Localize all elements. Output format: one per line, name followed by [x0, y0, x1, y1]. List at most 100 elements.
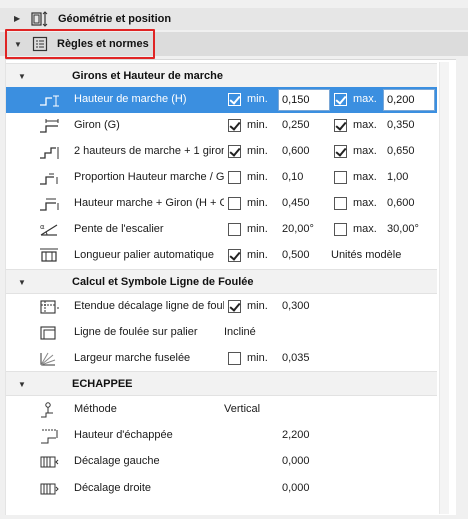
group-title: ECHAPPEE [72, 378, 133, 390]
max-checkbox[interactable] [334, 223, 347, 236]
step-sum-icon [38, 195, 60, 213]
row-label: 2 hauteurs de marche + 1 giron [74, 145, 224, 157]
max-checkbox[interactable] [334, 145, 347, 158]
step-proportion-icon [38, 169, 60, 187]
min-value[interactable]: 0,600 [282, 145, 310, 157]
min-checkbox[interactable] [228, 352, 241, 365]
offset-right-value[interactable]: 0,000 [282, 482, 310, 494]
max-label: max. [353, 171, 377, 183]
max-checkbox[interactable] [334, 119, 347, 132]
row-decalage-droite[interactable]: Décalage droite 0,000 [6, 476, 437, 502]
section-geometry-position[interactable]: ▶ Géométrie et position [0, 8, 468, 30]
row-label: Méthode [74, 403, 117, 415]
min-checkbox[interactable] [228, 171, 241, 184]
min-checkbox[interactable] [228, 197, 241, 210]
row-hauteur-marche[interactable]: Hauteur de marche (H) min. 0,150 max. 0,… [6, 87, 437, 113]
row-label: Décalage droite [74, 482, 152, 494]
offset-left-value[interactable]: 0,000 [282, 455, 310, 467]
row-deux-hauteurs-giron[interactable]: 2 hauteurs de marche + 1 giron min. 0,60… [6, 139, 437, 165]
row-label: Hauteur de marche (H) [74, 93, 187, 105]
min-value[interactable]: 0,035 [282, 352, 310, 364]
row-label: Proportion Hauteur marche / Giron [74, 171, 224, 183]
group-echappee[interactable]: ▼ ECHAPPEE [6, 371, 437, 396]
row-label: Décalage gauche [74, 455, 160, 467]
headroom-height-icon [38, 427, 60, 445]
min-checkbox[interactable] [228, 145, 241, 158]
landing-length-icon [38, 247, 60, 265]
min-value[interactable]: 0,450 [282, 197, 310, 209]
min-checkbox[interactable] [228, 119, 241, 132]
row-etendue-decalage[interactable]: Etendue décalage ligne de foulée min. 0,… [6, 294, 437, 320]
max-value[interactable]: 0,600 [387, 197, 415, 209]
min-label: min. [247, 197, 268, 209]
row-ligne-foulee-palier[interactable]: Ligne de foulée sur palier Incliné [6, 320, 437, 346]
method-dropdown[interactable]: Vertical [224, 403, 260, 415]
min-value[interactable]: 0,10 [282, 171, 303, 183]
min-value[interactable]: 0,300 [282, 300, 310, 312]
group-title: Calcul et Symbole Ligne de Foulée [72, 276, 254, 288]
min-label: min. [247, 119, 268, 131]
row-largeur-fuselee[interactable]: Largeur marche fuselée min. 0,035 [6, 346, 437, 372]
min-checkbox[interactable] [228, 93, 241, 106]
max-value[interactable]: 0,350 [387, 119, 415, 131]
row-label: Largeur marche fuselée [74, 352, 191, 364]
group-calcul-ligne-foulee[interactable]: ▼ Calcul et Symbole Ligne de Foulée [6, 269, 437, 294]
min-value[interactable]: 0,250 [282, 119, 310, 131]
step-rule-icon [38, 143, 60, 161]
min-value[interactable]: 0,500 [282, 249, 310, 261]
row-label: Hauteur d'échappée [74, 429, 173, 441]
min-value-input[interactable]: 0,150 [278, 89, 330, 111]
highlight-box [5, 29, 155, 59]
row-giron[interactable]: Giron (G) min. 0,250 max. 0,350 [6, 113, 437, 139]
row-hauteur-echappee[interactable]: Hauteur d'échappée 2,200 [6, 423, 437, 449]
headroom-method-icon [38, 401, 60, 419]
row-pente[interactable]: α Pente de l'escalier min. 20,00° max. 3… [6, 217, 437, 243]
min-label: min. [247, 171, 268, 183]
min-label: min. [247, 223, 268, 235]
row-decalage-gauche[interactable]: Décalage gauche 0,000 [6, 449, 437, 475]
row-label: Ligne de foulée sur palier [74, 326, 198, 338]
max-checkbox[interactable] [334, 171, 347, 184]
offset-right-icon [38, 480, 60, 498]
group-girons-hauteur[interactable]: ▼ Girons et Hauteur de marche [6, 63, 437, 88]
row-proportion[interactable]: Proportion Hauteur marche / Giron min. 0… [6, 165, 437, 191]
min-checkbox[interactable] [228, 300, 241, 313]
headroom-value[interactable]: 2,200 [282, 429, 310, 441]
geometry-position-icon [30, 10, 50, 31]
max-value[interactable]: 30,00° [387, 223, 419, 235]
svg-text:α: α [40, 223, 45, 231]
tread-depth-icon [38, 117, 60, 135]
min-label: min. [247, 249, 268, 261]
expand-arrow-icon[interactable]: ▶ [14, 14, 20, 23]
row-label: Longueur palier automatique [74, 249, 215, 261]
min-label: min. [247, 93, 268, 105]
max-label: max. [353, 145, 377, 157]
row-methode[interactable]: Méthode Vertical [6, 397, 437, 423]
min-label: min. [247, 300, 268, 312]
row-hauteur-giron[interactable]: Hauteur marche + Giron (H + G) min. 0,45… [6, 191, 437, 217]
winder-width-icon [38, 350, 60, 368]
min-checkbox[interactable] [228, 249, 241, 262]
max-checkbox[interactable] [334, 93, 347, 106]
row-label: Pente de l'escalier [74, 223, 164, 235]
stair-slope-icon: α [38, 221, 60, 239]
collapse-arrow-icon[interactable]: ▼ [18, 278, 26, 287]
walkline-offset-icon [38, 298, 60, 316]
section-title: Géométrie et position [58, 13, 172, 25]
max-checkbox[interactable] [334, 197, 347, 210]
min-label: min. [247, 145, 268, 157]
max-value-input[interactable]: 0,200 [383, 89, 435, 111]
walkline-mode-dropdown[interactable]: Incliné [224, 326, 256, 338]
collapse-arrow-icon[interactable]: ▼ [18, 380, 26, 389]
group-title: Girons et Hauteur de marche [72, 70, 223, 82]
max-value[interactable]: 0,650 [387, 145, 415, 157]
max-value[interactable]: 1,00 [387, 171, 408, 183]
scrollbar[interactable] [439, 62, 449, 514]
units-dropdown[interactable]: Unités modèle [331, 249, 401, 261]
row-longueur-palier[interactable]: Longueur palier automatique min. 0,500 U… [6, 243, 437, 269]
riser-height-icon [38, 91, 60, 109]
min-checkbox[interactable] [228, 223, 241, 236]
min-value[interactable]: 20,00° [282, 223, 314, 235]
collapse-arrow-icon[interactable]: ▼ [18, 72, 26, 81]
max-label: max. [353, 197, 377, 209]
